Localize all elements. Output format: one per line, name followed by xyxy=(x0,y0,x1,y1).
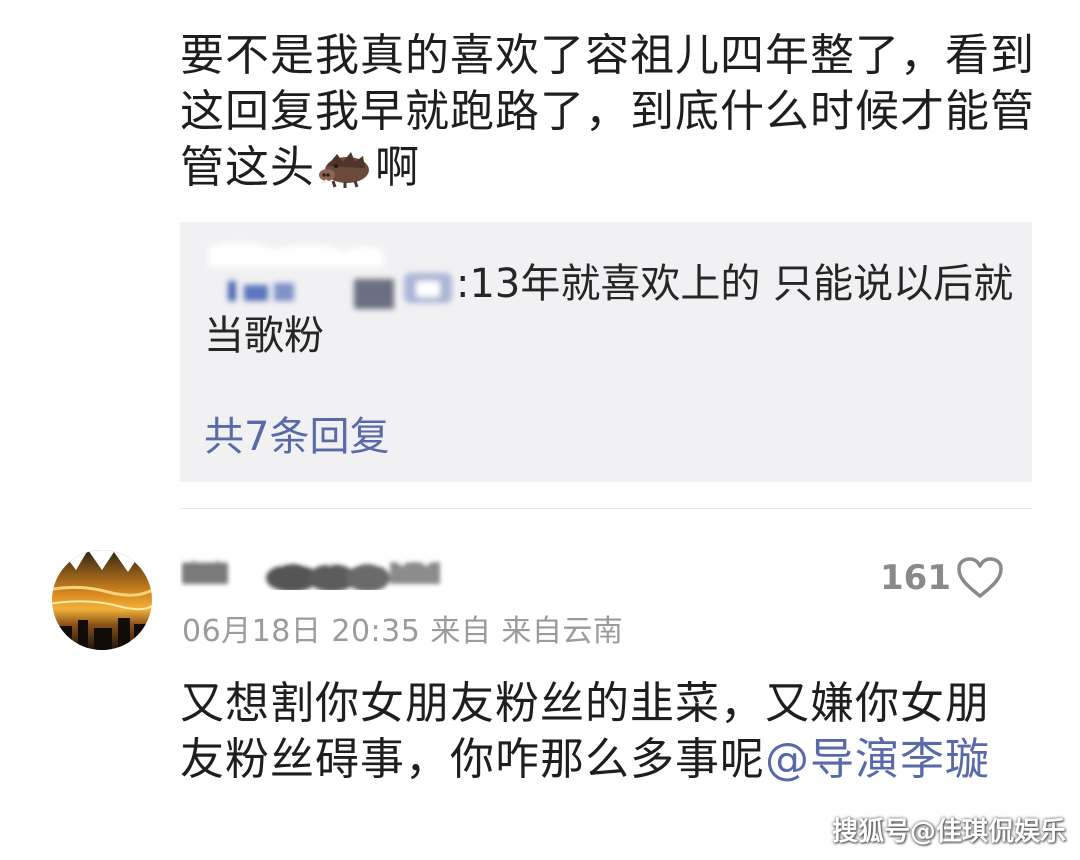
blurred-reply-username xyxy=(204,242,456,309)
blurred-username[interactable] xyxy=(180,546,470,592)
top-comment-text: 要不是我真的喜欢了容祖儿四年整了，看到这回复我早就跑路了，到底什么时候才能管管这… xyxy=(180,28,1040,196)
like-count: 161 xyxy=(880,558,951,598)
mention-link[interactable]: @导演李璇 xyxy=(765,734,990,785)
comment-divider xyxy=(180,508,1032,509)
view-all-replies-link[interactable]: 共7条回复 xyxy=(204,404,389,462)
comment-meta: 06月18日 20:35 来自 来自云南 xyxy=(182,606,623,650)
comment-source: 来自 来自云南 xyxy=(430,614,624,649)
boar-emoji-icon xyxy=(317,146,373,188)
comment-body: 又想割你女朋友粉丝的韭菜，又嫌你女朋友粉丝碍事，你咋那么多事呢@导演李璇 xyxy=(180,676,1030,788)
heart-icon[interactable] xyxy=(956,556,1004,600)
reply-preview-text: :13年就喜欢上的 只能说以后就当歌粉 xyxy=(204,242,1014,362)
top-comment-text-part2: 啊 xyxy=(375,142,420,193)
reply-preview-box[interactable]: :13年就喜欢上的 只能说以后就当歌粉 共7条回复 xyxy=(180,222,1032,482)
top-comment-text-part1: 要不是我真的喜欢了容祖儿四年整了，看到这回复我早就跑路了，到底什么时候才能管管这… xyxy=(180,30,1035,193)
watermark: 搜狐号@佳琪侃娱乐 xyxy=(831,817,1066,847)
user-avatar[interactable] xyxy=(48,548,156,650)
comment-timestamp: 06月18日 20:35 xyxy=(182,614,421,649)
